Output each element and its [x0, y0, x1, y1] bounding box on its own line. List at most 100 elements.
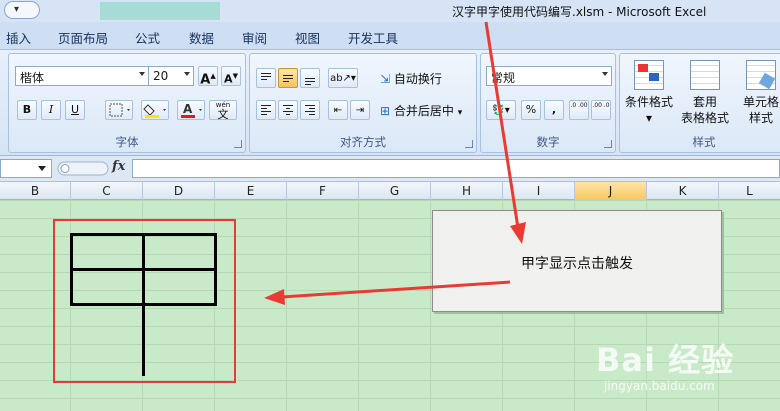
show-jia-button-label: 甲字显示点击触发 — [521, 256, 633, 272]
tab-insert[interactable]: 插入 — [6, 28, 31, 47]
chevron-down-icon: ▾ — [457, 108, 463, 118]
name-box[interactable] — [0, 159, 52, 178]
grow-font-button[interactable]: A▲ — [198, 66, 218, 88]
table-format-icon — [690, 60, 720, 90]
column-header-e[interactable]: E — [215, 182, 287, 200]
conditional-format-button[interactable]: 条件格式 ▾ — [622, 58, 676, 128]
shrink-font-button[interactable]: A▼ — [221, 66, 241, 86]
borders-button[interactable] — [105, 100, 133, 120]
font-size-select[interactable]: 20 — [148, 66, 194, 86]
merge-center-button[interactable]: ⊞ 合并后居中 ▾ — [380, 102, 462, 119]
percent-label: % — [525, 103, 537, 116]
blurred-title-area — [100, 2, 220, 20]
jia-stroke-left — [70, 233, 73, 306]
decrease-decimal-button[interactable]: .00 .0 — [591, 100, 611, 120]
column-header-h[interactable]: H — [431, 182, 503, 200]
font-group-label: 字体 — [115, 135, 139, 149]
border-icon — [109, 103, 130, 117]
column-header-k[interactable]: K — [647, 182, 719, 200]
number-group: 常规 💱▾ % , .0 .00 .00 .0 数字 — [480, 53, 616, 153]
tab-review[interactable]: 审阅 — [242, 28, 267, 47]
format-as-table-button[interactable]: 套用 表格格式 — [678, 58, 732, 128]
font-name-select[interactable]: 楷体 — [15, 66, 149, 86]
number-format-select[interactable]: 常规 — [486, 66, 612, 86]
title-bar: ▾ 汉字甲字使用代码编写.xlsm - Microsoft Excel — [0, 0, 780, 22]
decrease-indent-button[interactable]: ⇤ — [328, 100, 348, 120]
svg-text:A: A — [183, 102, 193, 116]
italic-label: I — [48, 103, 54, 116]
wrap-text-button[interactable]: ⇲ 自动换行 — [380, 70, 442, 87]
jia-stroke-center — [142, 233, 145, 376]
chevron-down-icon — [139, 72, 145, 76]
align-left-button[interactable] — [256, 100, 276, 120]
percent-style-button[interactable]: % — [521, 100, 541, 120]
font-group: 楷体 20 A▲ A▼ B I U A wén 文 字体 — [8, 53, 246, 153]
font-color-button[interactable]: A — [177, 100, 205, 120]
align-center-button[interactable] — [278, 100, 298, 120]
paint-bucket-icon — [143, 104, 166, 118]
increase-indent-button[interactable]: ⇥ — [350, 100, 370, 120]
comma-style-button[interactable]: , — [544, 100, 564, 120]
comma-label: , — [551, 103, 557, 116]
font-dialog-launcher[interactable] — [234, 140, 242, 148]
align-middle-button[interactable] — [278, 68, 298, 88]
chevron-down-icon — [602, 72, 608, 76]
quick-access-toolbar[interactable]: ▾ — [4, 1, 40, 19]
increase-decimal-button[interactable]: .0 .00 — [569, 100, 589, 120]
column-header-g[interactable]: G — [359, 182, 431, 200]
bold-button[interactable]: B — [17, 100, 37, 120]
tab-data[interactable]: 数据 — [189, 28, 214, 47]
tab-view[interactable]: 视图 — [295, 28, 320, 47]
column-header-c[interactable]: C — [71, 182, 143, 200]
chevron-down-icon[interactable]: ▾ — [14, 4, 19, 15]
number-format-value: 常规 — [491, 71, 516, 85]
phonetic-guide-button[interactable]: wén 文 — [209, 100, 237, 120]
tab-developer[interactable]: 开发工具 — [348, 28, 398, 47]
column-header-d[interactable]: D — [143, 182, 215, 200]
underline-button[interactable]: U — [65, 100, 85, 120]
chevron-down-icon — [184, 72, 190, 76]
align-right-button[interactable] — [300, 100, 320, 120]
insert-function-button[interactable]: fx — [112, 159, 125, 174]
column-header-f[interactable]: F — [287, 182, 359, 200]
cell-styles-label-2: 样式 — [748, 111, 773, 125]
merge-icon: ⊞ — [380, 104, 391, 118]
alignment-dialog-launcher[interactable] — [465, 140, 473, 148]
accounting-format-button[interactable]: 💱▾ — [486, 100, 516, 120]
column-header-b[interactable]: B — [0, 182, 71, 200]
table-format-label-1: 套用 — [692, 95, 717, 109]
merge-center-label: 合并后居中 — [393, 104, 454, 118]
baidu-logo: Bai 经验 — [596, 341, 735, 379]
column-header-j[interactable]: J — [575, 182, 647, 200]
show-jia-button[interactable]: 甲字显示点击触发 — [432, 210, 722, 312]
currency-icon: 💱▾ — [492, 105, 510, 116]
wrap-text-icon: ⇲ — [380, 72, 391, 86]
tab-page-layout[interactable]: 页面布局 — [58, 28, 108, 47]
italic-button[interactable]: I — [41, 100, 61, 120]
table-format-label-2: 表格格式 — [680, 111, 729, 125]
decrease-indent-icon: ⇤ — [333, 105, 343, 116]
wen-char: 文 — [217, 108, 229, 121]
number-dialog-launcher[interactable] — [604, 140, 612, 148]
font-name-value: 楷体 — [20, 71, 45, 85]
jia-stroke-right — [214, 233, 217, 306]
column-headers: B C D E F G H I J K L — [0, 182, 780, 200]
orientation-button[interactable]: ab↗▾ — [328, 68, 358, 88]
orientation-icon: ab↗▾ — [330, 73, 356, 84]
underline-label: U — [70, 103, 80, 116]
fill-color-button[interactable] — [141, 100, 169, 120]
formula-input[interactable] — [132, 159, 780, 178]
cell-styles-button[interactable]: 单元格 样式 — [734, 58, 780, 128]
baidu-watermark: Bai 经验 jingyan.baidu.com — [596, 335, 776, 405]
column-header-i[interactable]: I — [503, 182, 575, 200]
column-header-l[interactable]: L — [719, 182, 780, 200]
chevron-down-icon[interactable] — [38, 166, 46, 171]
tab-formulas[interactable]: 公式 — [135, 28, 160, 47]
ribbon-tab-row: 插入 页面布局 公式 数据 审阅 视图 开发工具 — [0, 22, 780, 50]
alignment-group-label: 对齐方式 — [340, 135, 386, 149]
wrap-text-label: 自动换行 — [393, 72, 442, 86]
grow-font-label: A — [200, 72, 211, 88]
align-top-button[interactable] — [256, 68, 276, 88]
font-color-icon: A — [181, 102, 202, 118]
align-bottom-button[interactable] — [300, 68, 320, 88]
